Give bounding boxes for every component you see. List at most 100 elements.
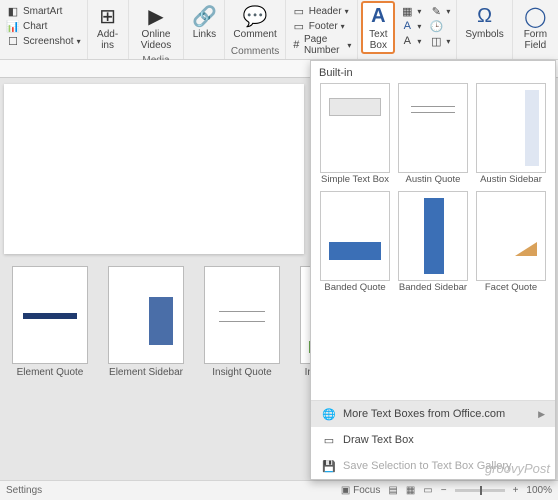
zoom-level[interactable]: 100%	[526, 485, 552, 496]
gallery-item-element-sidebar[interactable]: Element Sidebar	[108, 266, 184, 378]
action-label: Draw Text Box	[343, 434, 414, 446]
header-label: Header	[309, 6, 342, 17]
form-field-label: Form Field	[521, 29, 550, 51]
comment-icon: 💬	[243, 4, 267, 28]
screenshot-button[interactable]: ☐ Screenshot ▾	[4, 34, 83, 48]
footer-label: Footer	[309, 21, 338, 32]
ribbon-group-text: A Text Box ▦▾ A▾ A▾ ✎▾ 🕒 ◫▾	[358, 0, 457, 59]
addins-label: Add- ins	[96, 29, 120, 51]
drop-cap-button[interactable]: A▾	[398, 34, 423, 48]
ribbon-group-media: ▶ Online Videos Media	[129, 0, 185, 59]
draw-text-box-action[interactable]: ▭ Draw Text Box	[311, 427, 555, 453]
view-web-button[interactable]: ▦	[406, 485, 415, 496]
footer-button[interactable]: ▭ Footer ▾	[290, 19, 354, 33]
symbols-icon: Ω	[473, 4, 497, 28]
chevron-down-icon: ▾	[417, 7, 421, 16]
zoom-in-button[interactable]: +	[513, 485, 519, 496]
addins-icon: ⊞	[96, 4, 120, 28]
focus-button[interactable]: ▣ Focus	[341, 485, 380, 496]
chart-button[interactable]: 📊 Chart	[4, 19, 83, 33]
view-print-button[interactable]: ▤	[388, 485, 397, 496]
footer-icon: ▭	[292, 19, 306, 33]
popup-item-austin-sidebar[interactable]: Austin Sidebar	[475, 83, 547, 185]
form-field-icon: ◯	[523, 4, 547, 28]
action-label: Save Selection to Text Box Gallery	[343, 460, 512, 472]
zoom-slider[interactable]	[455, 489, 505, 492]
header-icon: ▭	[292, 4, 306, 18]
smartart-icon: ◧	[6, 4, 20, 18]
draw-textbox-icon: ▭	[321, 432, 337, 448]
signature-button[interactable]: ✎▾	[427, 4, 452, 18]
chevron-down-icon: ▾	[77, 37, 81, 46]
symbols-label: Symbols	[465, 29, 503, 40]
ribbon-group-headerfooter: ▭ Header ▾ ▭ Footer ▾ # Page Number ▾ He…	[286, 0, 359, 59]
comment-button[interactable]: 💬 Comment	[229, 2, 280, 42]
links-label: Links	[193, 29, 216, 40]
quickparts-icon: ▦	[400, 4, 414, 18]
ribbon-group-illustrations: ◧ SmartArt 📊 Chart ☐ Screenshot ▾	[0, 0, 88, 59]
chevron-down-icon: ▾	[446, 37, 450, 46]
object-button[interactable]: ◫▾	[427, 34, 452, 48]
chevron-down-icon: ▾	[446, 7, 450, 16]
globe-icon: 🌐	[321, 406, 337, 422]
popup-item-label: Facet Quote	[485, 283, 537, 293]
page-number-button[interactable]: # Page Number ▾	[290, 34, 354, 56]
smartart-button[interactable]: ◧ SmartArt	[4, 4, 83, 18]
settings-button[interactable]: Settings	[6, 485, 42, 496]
datetime-icon: 🕒	[429, 19, 443, 33]
page-number-label: Page Number	[304, 34, 344, 56]
popup-item-simple-text-box[interactable]: Simple Text Box	[319, 83, 391, 185]
popup-item-label: Austin Quote	[406, 175, 461, 185]
text-box-button[interactable]: A Text Box	[362, 2, 394, 53]
chevron-down-icon: ▾	[341, 22, 345, 31]
smartart-label: SmartArt	[23, 6, 62, 17]
datetime-button[interactable]: 🕒	[427, 19, 452, 33]
popup-actions: 🌐 More Text Boxes from Office.com ▶ ▭ Dr…	[311, 400, 555, 479]
popup-item-austin-quote[interactable]: Austin Quote	[397, 83, 469, 185]
chevron-down-icon: ▾	[417, 22, 421, 31]
signature-icon: ✎	[429, 4, 443, 18]
popup-item-banded-quote[interactable]: Banded Quote	[319, 191, 391, 293]
form-field-button[interactable]: ◯ Form Field	[517, 2, 554, 53]
wordart-icon: A	[400, 19, 414, 33]
popup-section-title: Built-in	[311, 61, 555, 83]
more-text-boxes-action[interactable]: 🌐 More Text Boxes from Office.com ▶	[311, 401, 555, 427]
popup-scroll[interactable]: Simple Text Box Austin Quote Austin Side…	[311, 83, 555, 400]
dropcap-icon: A	[400, 34, 414, 48]
links-button[interactable]: 🔗 Links	[188, 2, 220, 42]
header-button[interactable]: ▭ Header ▾	[290, 4, 354, 18]
popup-item-label: Simple Text Box	[321, 175, 389, 185]
ribbon-group-addins: ⊞ Add- ins	[88, 0, 129, 59]
popup-item-label: Banded Sidebar	[399, 283, 467, 293]
popup-item-label: Austin Sidebar	[480, 175, 542, 185]
popup-item-label: Banded Quote	[324, 283, 385, 293]
ribbon-group-links: 🔗 Links	[184, 0, 225, 59]
focus-icon: ▣	[341, 485, 350, 496]
online-videos-button[interactable]: ▶ Online Videos	[133, 2, 180, 53]
popup-item-facet-quote[interactable]: Facet Quote	[475, 191, 547, 293]
wordart-button[interactable]: A▾	[398, 19, 423, 33]
addins-button[interactable]: ⊞ Add- ins	[92, 2, 124, 53]
gallery-item-label: Element Quote	[17, 367, 84, 378]
document-page[interactable]	[4, 84, 304, 254]
quick-parts-button[interactable]: ▦▾	[398, 4, 423, 18]
gallery-item-insight-quote[interactable]: Insight Quote	[204, 266, 280, 378]
ribbon-group-form: ◯ Form Field	[513, 0, 558, 59]
save-selection-action: 💾 Save Selection to Text Box Gallery	[311, 453, 555, 479]
focus-label: Focus	[353, 485, 380, 496]
gallery-item-label: Insight Quote	[212, 367, 271, 378]
save-icon: 💾	[321, 458, 337, 474]
ribbon-group-symbols: Ω Symbols	[457, 0, 512, 59]
text-box-dropdown: Built-in Simple Text Box Austin Quote Au…	[310, 60, 556, 480]
video-icon: ▶	[144, 4, 168, 28]
gallery-item-element-quote[interactable]: Element Quote	[12, 266, 88, 378]
symbols-button[interactable]: Ω Symbols	[461, 2, 507, 42]
chart-icon: 📊	[6, 19, 20, 33]
gallery-item-label: Element Sidebar	[109, 367, 183, 378]
text-box-label: Text Box	[366, 29, 390, 51]
screenshot-icon: ☐	[6, 34, 20, 48]
link-icon: 🔗	[192, 4, 216, 28]
zoom-out-button[interactable]: −	[441, 485, 447, 496]
view-read-button[interactable]: ▭	[423, 485, 432, 496]
popup-item-banded-sidebar[interactable]: Banded Sidebar	[397, 191, 469, 293]
